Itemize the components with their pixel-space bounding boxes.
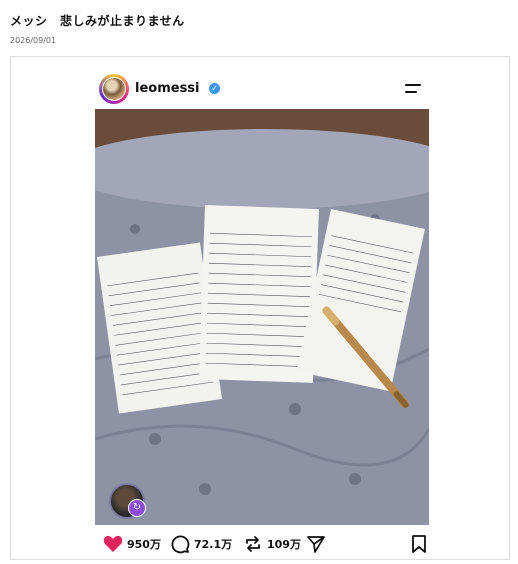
username[interactable]: leomessi (135, 81, 200, 96)
post-actions: 950万 72.1万 109万 (103, 533, 433, 555)
instagram-post-card: leomessi ✓ ↻ 950万 72.1万 109万 (10, 56, 510, 560)
like-count: 950万 (127, 538, 161, 551)
share-button[interactable] (306, 533, 330, 555)
bookmark-icon (412, 535, 426, 553)
post-photo[interactable] (95, 109, 429, 525)
like-button[interactable]: 950万 (103, 533, 161, 555)
post-header: leomessi ✓ (98, 73, 431, 105)
page-title: メッシ 悲しみが止まりません (10, 14, 185, 28)
comment-icon (171, 535, 190, 554)
post-date: 2026/09/01 (10, 36, 57, 45)
save-button[interactable] (411, 533, 431, 555)
hamburger-menu-icon[interactable] (405, 82, 421, 96)
comment-button[interactable]: 72.1万 (170, 533, 232, 555)
repost-badge-icon: ↻ (128, 499, 146, 517)
comment-count: 72.1万 (194, 538, 233, 551)
repost-button[interactable]: 109万 (243, 533, 301, 555)
profile-avatar[interactable] (99, 74, 129, 104)
send-icon (307, 536, 325, 553)
verified-badge-icon: ✓ (209, 83, 220, 94)
heart-icon (103, 535, 123, 552)
repost-count: 109万 (267, 538, 301, 551)
repost-icon (246, 536, 260, 552)
